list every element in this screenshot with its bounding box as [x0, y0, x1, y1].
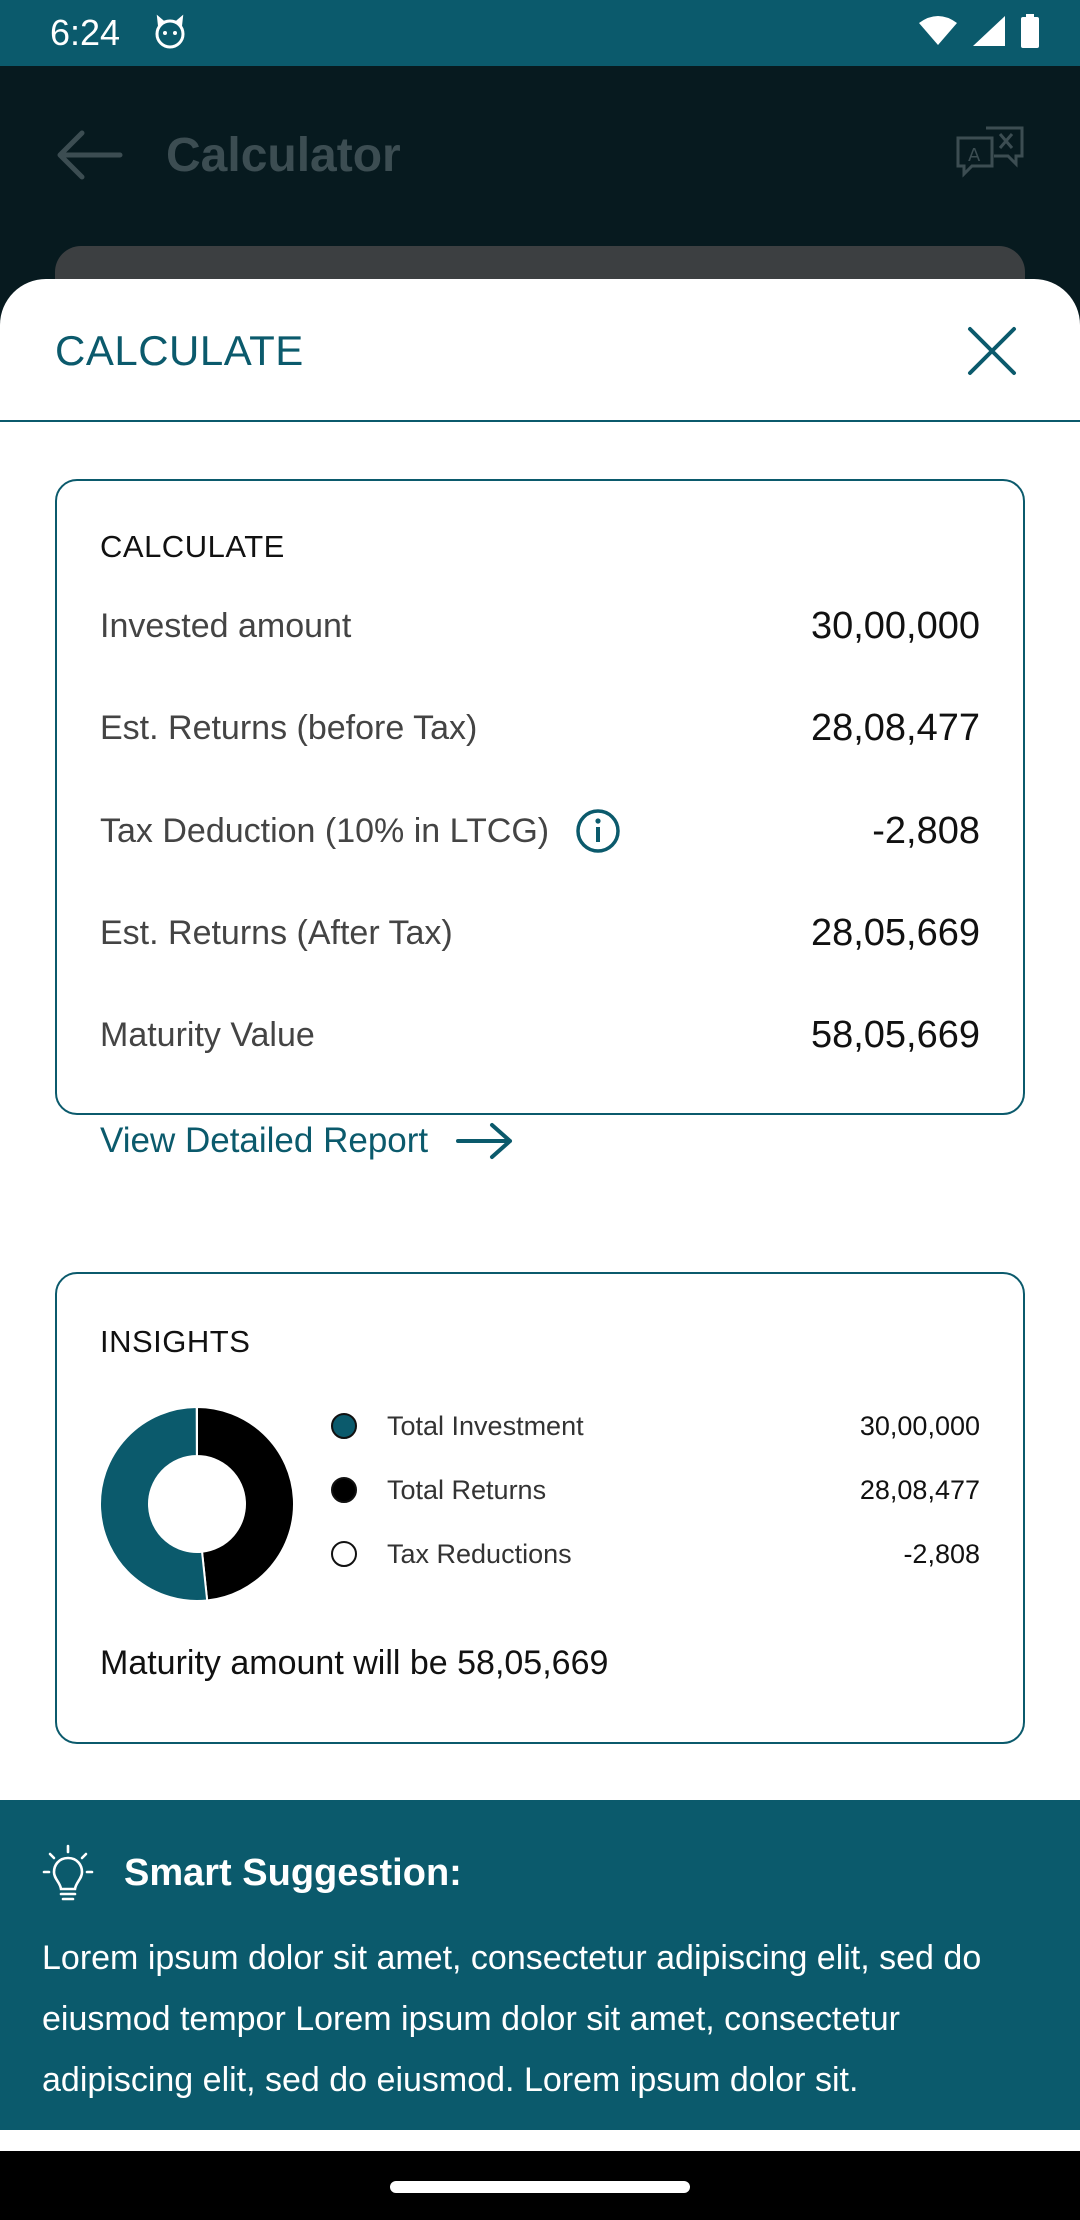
legend-value: 30,00,000: [859, 1410, 980, 1441]
calculate-heading: CALCULATE: [100, 529, 285, 564]
result-value: -2,808: [872, 809, 980, 852]
result-label: Est. Returns (After Tax): [100, 913, 453, 952]
donut-slice-total-returns: [196, 1406, 295, 1602]
arrow-left-icon[interactable]: [54, 130, 124, 180]
wifi-icon: [919, 16, 957, 45]
result-row: Est. Returns (before Tax) 28,08,477: [100, 698, 980, 758]
result-value: 58,05,669: [810, 1013, 980, 1056]
app-title: Calculator: [166, 129, 401, 182]
cat-icon: [155, 14, 185, 49]
result-value: 30,00,000: [810, 604, 980, 647]
suggestion-title: Smart Suggestion:: [124, 1852, 462, 1894]
result-row: Invested amount 30,00,000: [100, 596, 980, 656]
legend-item: Total Investment 30,00,000: [331, 1406, 980, 1446]
legend-label: Total Returns: [387, 1474, 547, 1505]
legend-item: Tax Reductions -2,808: [331, 1534, 980, 1574]
legend-value: -2,808: [903, 1538, 980, 1569]
smart-suggestion-panel: Smart Suggestion: Lorem ipsum dolor sit …: [0, 1800, 1080, 2130]
system-nav-bar: [0, 2151, 1080, 2220]
insights-card: INSIGHTS Total Investment 30,00,000 Tota…: [55, 1272, 1025, 1744]
calculate-card: CALCULATE Invested amount 30,00,000 Est.…: [55, 479, 1025, 1160]
result-value: 28,05,669: [810, 911, 980, 954]
signal-icon: [973, 16, 1005, 46]
donut-chart: [99, 1406, 295, 1602]
result-row: Tax Deduction (10% in LTCG) -2,808: [100, 801, 980, 861]
donut-slice-total-investment: [99, 1406, 209, 1602]
svg-text:A: A: [968, 145, 981, 166]
result-row: Est. Returns (After Tax) 28,05,669: [100, 903, 980, 963]
result-row: Maturity Value 58,05,669: [100, 1005, 980, 1065]
status-time: 6:24: [50, 12, 121, 53]
view-report-label: View Detailed Report: [100, 1121, 429, 1160]
legend-swatch: [331, 1541, 357, 1567]
status-bar: 6:24: [0, 0, 1080, 66]
legend-label: Total Investment: [387, 1410, 584, 1441]
close-icon[interactable]: [966, 325, 1018, 377]
suggestion-text: Lorem ipsum dolor sit amet, consectetur …: [42, 1939, 982, 2099]
translate-icon[interactable]: A: [954, 124, 1026, 184]
tax-deduction-label: Tax Deduction (10% in LTCG): [100, 811, 550, 850]
result-value: 28,08,477: [810, 706, 980, 749]
sheet-header: CALCULATE: [0, 279, 1080, 422]
result-label: Tax Deduction (10% in LTCG): [100, 808, 621, 854]
lightbulb-icon: [42, 1844, 94, 1901]
battery-icon: [1021, 14, 1039, 48]
insights-heading: INSIGHTS: [100, 1324, 251, 1359]
result-label: Est. Returns (before Tax): [100, 708, 478, 747]
arrow-right-icon: [456, 1123, 513, 1159]
sheet-title: CALCULATE: [55, 327, 304, 374]
legend-swatch: [331, 1413, 357, 1439]
maturity-summary: Maturity amount will be 58,05,669: [100, 1644, 609, 1682]
result-label: Invested amount: [100, 606, 352, 645]
result-label: Maturity Value: [100, 1015, 315, 1054]
bottom-sheet: CALCULATE CALCULATE Invested amount 30,0…: [0, 279, 1080, 2220]
view-report-link[interactable]: View Detailed Report: [100, 1121, 514, 1161]
legend-item: Total Returns 28,08,477: [331, 1470, 980, 1510]
info-icon[interactable]: [575, 808, 621, 854]
legend-value: 28,08,477: [859, 1474, 980, 1505]
legend-label: Tax Reductions: [387, 1538, 572, 1569]
legend-swatch: [331, 1477, 357, 1503]
home-handle[interactable]: [390, 2181, 690, 2193]
